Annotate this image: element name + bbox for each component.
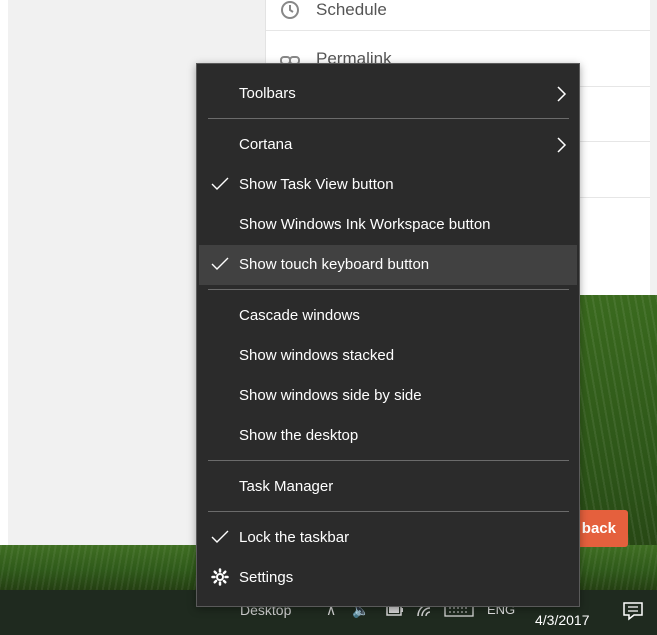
menu-separator: [208, 511, 569, 512]
window-edge: [650, 0, 657, 300]
menu-item-label: Show the desktop: [239, 427, 359, 444]
checkmark-icon: [211, 177, 229, 190]
menu-separator: [208, 118, 569, 119]
menu-item-show-task-view[interactable]: Show Task View button: [199, 165, 577, 205]
menu-item-label: Show Task View button: [239, 176, 394, 193]
clock-icon: [281, 1, 299, 19]
menu-item-show-ink-workspace[interactable]: Show Windows Ink Workspace button: [199, 205, 577, 245]
menu-separator: [208, 289, 569, 290]
taskbar-context-menu: Toolbars Cortana Show Task View button S…: [196, 63, 580, 607]
menu-item-toolbars[interactable]: Toolbars: [199, 74, 577, 114]
chevron-right-icon: [557, 86, 567, 102]
schedule-row[interactable]: Schedule: [266, 0, 651, 31]
menu-item-label: Show windows side by side: [239, 387, 422, 404]
menu-item-label: Cascade windows: [239, 307, 360, 324]
gear-icon: [211, 568, 229, 586]
clock-date[interactable]: 4/3/2017: [535, 612, 590, 628]
menu-item-settings[interactable]: Settings: [199, 558, 577, 598]
schedule-label: Schedule: [316, 0, 387, 19]
action-center-icon[interactable]: [622, 600, 644, 622]
menu-item-show-side-by-side[interactable]: Show windows side by side: [199, 376, 577, 416]
menu-item-label: Show touch keyboard button: [239, 256, 430, 273]
menu-item-cortana[interactable]: Cortana: [199, 125, 577, 165]
menu-item-label: Show Windows Ink Workspace button: [239, 216, 491, 233]
checkmark-icon: [211, 257, 229, 270]
menu-item-label: Cortana: [239, 136, 293, 153]
menu-item-show-stacked[interactable]: Show windows stacked: [199, 336, 577, 376]
menu-item-label: Task Manager: [239, 478, 334, 495]
menu-item-label: Show windows stacked: [239, 347, 395, 364]
menu-item-task-manager[interactable]: Task Manager: [199, 467, 577, 507]
menu-item-label: Toolbars: [239, 85, 296, 102]
menu-item-cascade-windows[interactable]: Cascade windows: [199, 296, 577, 336]
checkmark-icon: [211, 530, 229, 543]
menu-item-lock-taskbar[interactable]: Lock the taskbar: [199, 518, 577, 558]
menu-item-show-desktop[interactable]: Show the desktop: [199, 416, 577, 456]
chevron-right-icon: [557, 137, 567, 153]
menu-item-show-touch-keyboard[interactable]: Show touch keyboard button: [199, 245, 577, 285]
menu-item-label: Lock the taskbar: [239, 529, 350, 546]
menu-separator: [208, 460, 569, 461]
menu-item-label: Settings: [239, 569, 294, 586]
